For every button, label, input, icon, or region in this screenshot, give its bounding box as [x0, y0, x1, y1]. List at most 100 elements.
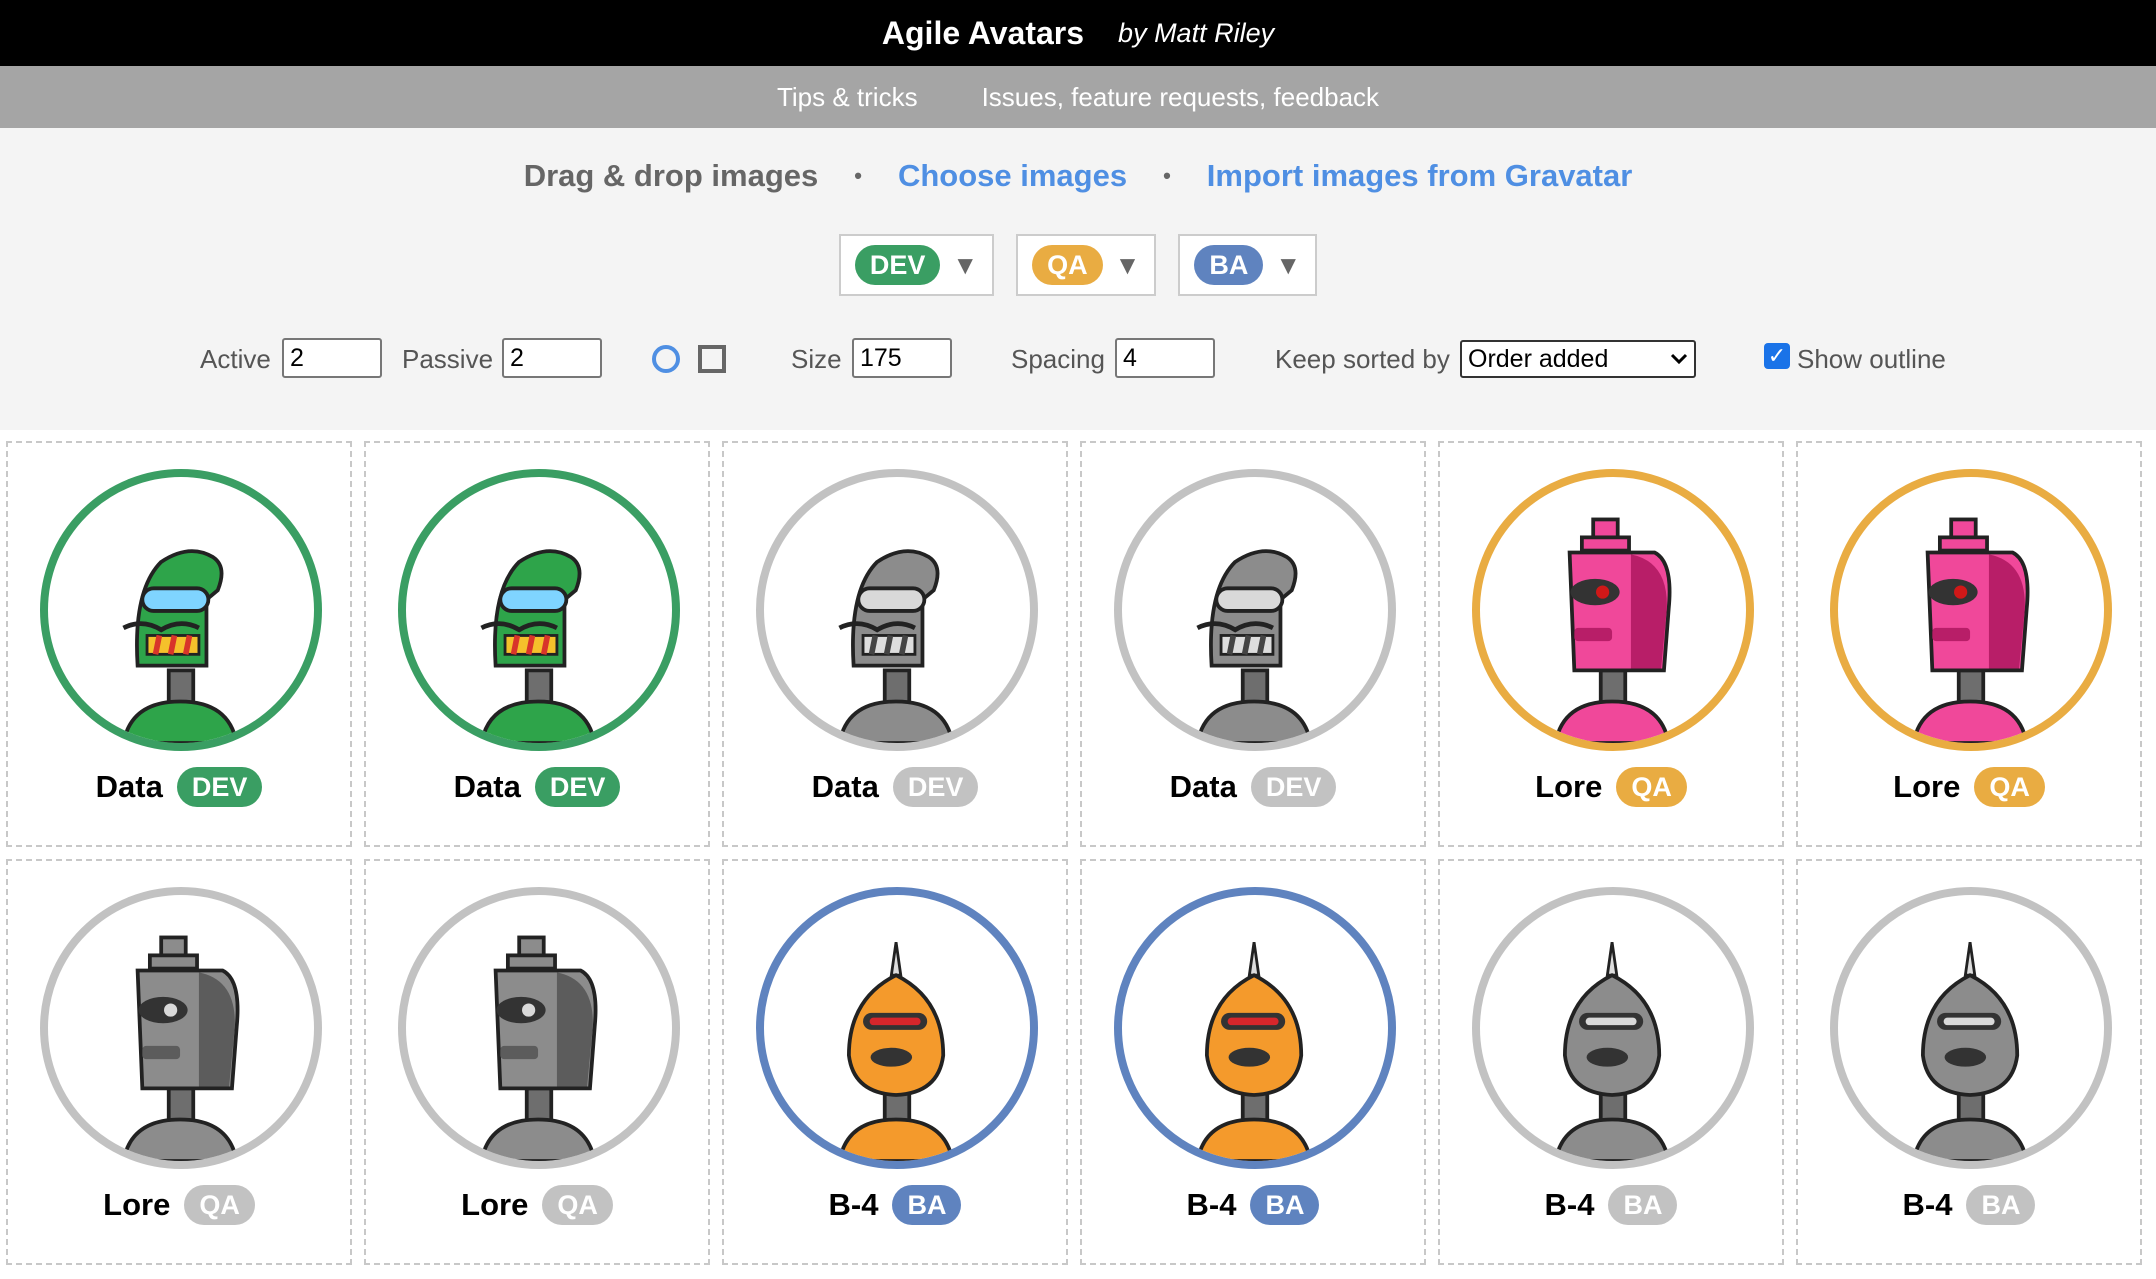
role-picker-dev[interactable]: DEV ▼: [838, 234, 995, 296]
robot-avatar-image[interactable]: [756, 469, 1038, 751]
avatar-caption: Data DEV: [8, 767, 350, 807]
robot-avatar-image[interactable]: [1830, 469, 2112, 751]
drag-drop-label: Drag & drop images: [523, 158, 819, 193]
avatar-card[interactable]: B-4 BA: [1796, 859, 2142, 1265]
tips-link[interactable]: Tips & tricks: [777, 82, 918, 113]
avatar-card[interactable]: Lore QA: [364, 859, 710, 1265]
active-label: Active: [200, 344, 271, 374]
avatar-name[interactable]: Lore: [103, 1187, 170, 1223]
avatar-caption: B-4 BA: [1082, 1185, 1424, 1225]
avatar-caption: Data DEV: [724, 767, 1066, 807]
avatar-role-badge[interactable]: QA: [1616, 767, 1687, 807]
gravatar-import-link[interactable]: Import images from Gravatar: [1207, 158, 1633, 194]
role-pill-ba: BA: [1194, 245, 1264, 285]
avatar-card[interactable]: Data DEV: [722, 441, 1068, 847]
avatar-role-badge[interactable]: QA: [184, 1185, 255, 1225]
avatar-role-badge[interactable]: DEV: [534, 767, 621, 807]
avatar-name[interactable]: Data: [812, 769, 879, 805]
chevron-down-icon: ▼: [1114, 249, 1141, 280]
passive-label: Passive: [402, 344, 494, 374]
avatar-name[interactable]: B-4: [1545, 1187, 1595, 1223]
size-input[interactable]: [852, 338, 952, 378]
active-input[interactable]: [282, 338, 382, 378]
robot-avatar-image[interactable]: [1830, 887, 2112, 1169]
avatar-caption: Lore QA: [1440, 767, 1782, 807]
avatar-caption: B-4 BA: [724, 1185, 1066, 1225]
avatar-card[interactable]: B-4 BA: [1438, 859, 1784, 1265]
show-outline-label: Show outline: [1797, 344, 1946, 374]
avatar-name[interactable]: B-4: [1903, 1187, 1953, 1223]
robot-avatar-image[interactable]: [40, 887, 322, 1169]
avatar-caption: Data DEV: [366, 767, 708, 807]
robot-avatar-image[interactable]: [1472, 887, 1754, 1169]
avatar-name[interactable]: Data: [1170, 769, 1237, 805]
avatar-role-badge[interactable]: DEV: [176, 767, 263, 807]
avatar-caption: Lore QA: [1798, 767, 2140, 807]
square-shape-toggle[interactable]: [698, 345, 726, 373]
avatar-card[interactable]: Lore QA: [6, 859, 352, 1265]
avatar-role-badge[interactable]: QA: [1974, 767, 2045, 807]
sort-select[interactable]: Order added: [1460, 340, 1696, 378]
avatar-role-badge[interactable]: BA: [1966, 1185, 2036, 1225]
settings-panel: Drag & drop images • Choose images • Imp…: [0, 128, 2156, 430]
avatar-role-badge[interactable]: QA: [542, 1185, 613, 1225]
nav-bar: Tips & tricks Issues, feature requests, …: [0, 66, 2156, 128]
robot-avatar-image[interactable]: [1472, 469, 1754, 751]
chevron-down-icon: ▼: [1275, 249, 1302, 280]
avatar-name[interactable]: Lore: [1535, 769, 1602, 805]
avatar-caption: Data DEV: [1082, 767, 1424, 807]
import-row: Drag & drop images • Choose images • Imp…: [0, 158, 2156, 194]
choose-images-link[interactable]: Choose images: [898, 158, 1127, 194]
avatar-card[interactable]: B-4 BA: [722, 859, 1068, 1265]
robot-avatar-image[interactable]: [1114, 469, 1396, 751]
robot-avatar-image[interactable]: [398, 469, 680, 751]
avatar-card[interactable]: Lore QA: [1438, 441, 1784, 847]
chevron-down-icon: ▼: [952, 249, 979, 280]
bullet-separator: •: [1163, 163, 1171, 188]
app-header: Agile Avatars by Matt Riley: [0, 0, 2156, 66]
avatar-card[interactable]: Data DEV: [1080, 441, 1426, 847]
avatar-name[interactable]: B-4: [1187, 1187, 1237, 1223]
avatar-caption: B-4 BA: [1798, 1185, 2140, 1225]
avatar-name[interactable]: B-4: [829, 1187, 879, 1223]
spacing-label: Spacing: [1011, 344, 1105, 374]
show-outline-checkbox[interactable]: ✓: [1764, 343, 1790, 369]
chevron-down-icon: [1670, 353, 1688, 365]
role-pill-dev: DEV: [854, 245, 941, 285]
avatar-card[interactable]: Data DEV: [6, 441, 352, 847]
app-byline: by Matt Riley: [1118, 17, 1275, 48]
passive-input[interactable]: [502, 338, 602, 378]
size-label: Size: [791, 344, 842, 374]
avatar-caption: Lore QA: [8, 1185, 350, 1225]
avatar-role-badge[interactable]: BA: [892, 1185, 962, 1225]
avatar-role-badge[interactable]: BA: [1608, 1185, 1678, 1225]
issues-link[interactable]: Issues, feature requests, feedback: [982, 82, 1379, 113]
avatar-name[interactable]: Data: [454, 769, 521, 805]
spacing-input[interactable]: [1115, 338, 1215, 378]
role-picker-ba[interactable]: BA ▼: [1178, 234, 1318, 296]
sort-select-value: Order added: [1468, 344, 1609, 373]
role-pickers: DEV ▼ QA ▼ BA ▼: [0, 234, 2156, 296]
robot-avatar-image[interactable]: [756, 887, 1038, 1169]
role-picker-qa[interactable]: QA ▼: [1016, 234, 1157, 296]
avatar-caption: Lore QA: [366, 1185, 708, 1225]
avatar-card[interactable]: B-4 BA: [1080, 859, 1426, 1265]
sort-label: Keep sorted by: [1275, 344, 1450, 374]
app-title: Agile Avatars: [881, 14, 1085, 51]
avatar-name[interactable]: Lore: [461, 1187, 528, 1223]
avatar-name[interactable]: Data: [96, 769, 163, 805]
robot-avatar-image[interactable]: [1114, 887, 1396, 1169]
avatar-role-badge[interactable]: DEV: [892, 767, 979, 807]
avatar-role-badge[interactable]: BA: [1250, 1185, 1320, 1225]
avatar-card[interactable]: Data DEV: [364, 441, 710, 847]
avatar-role-badge[interactable]: DEV: [1250, 767, 1337, 807]
options-row: Active Passive Size Spacing Keep sorted …: [0, 338, 2156, 382]
avatar-caption: B-4 BA: [1440, 1185, 1782, 1225]
bullet-separator: •: [854, 163, 862, 188]
robot-avatar-image[interactable]: [398, 887, 680, 1169]
avatar-name[interactable]: Lore: [1893, 769, 1960, 805]
circle-shape-toggle[interactable]: [652, 345, 680, 373]
avatar-card[interactable]: Lore QA: [1796, 441, 2142, 847]
role-pill-qa: QA: [1032, 245, 1103, 285]
robot-avatar-image[interactable]: [40, 469, 322, 751]
